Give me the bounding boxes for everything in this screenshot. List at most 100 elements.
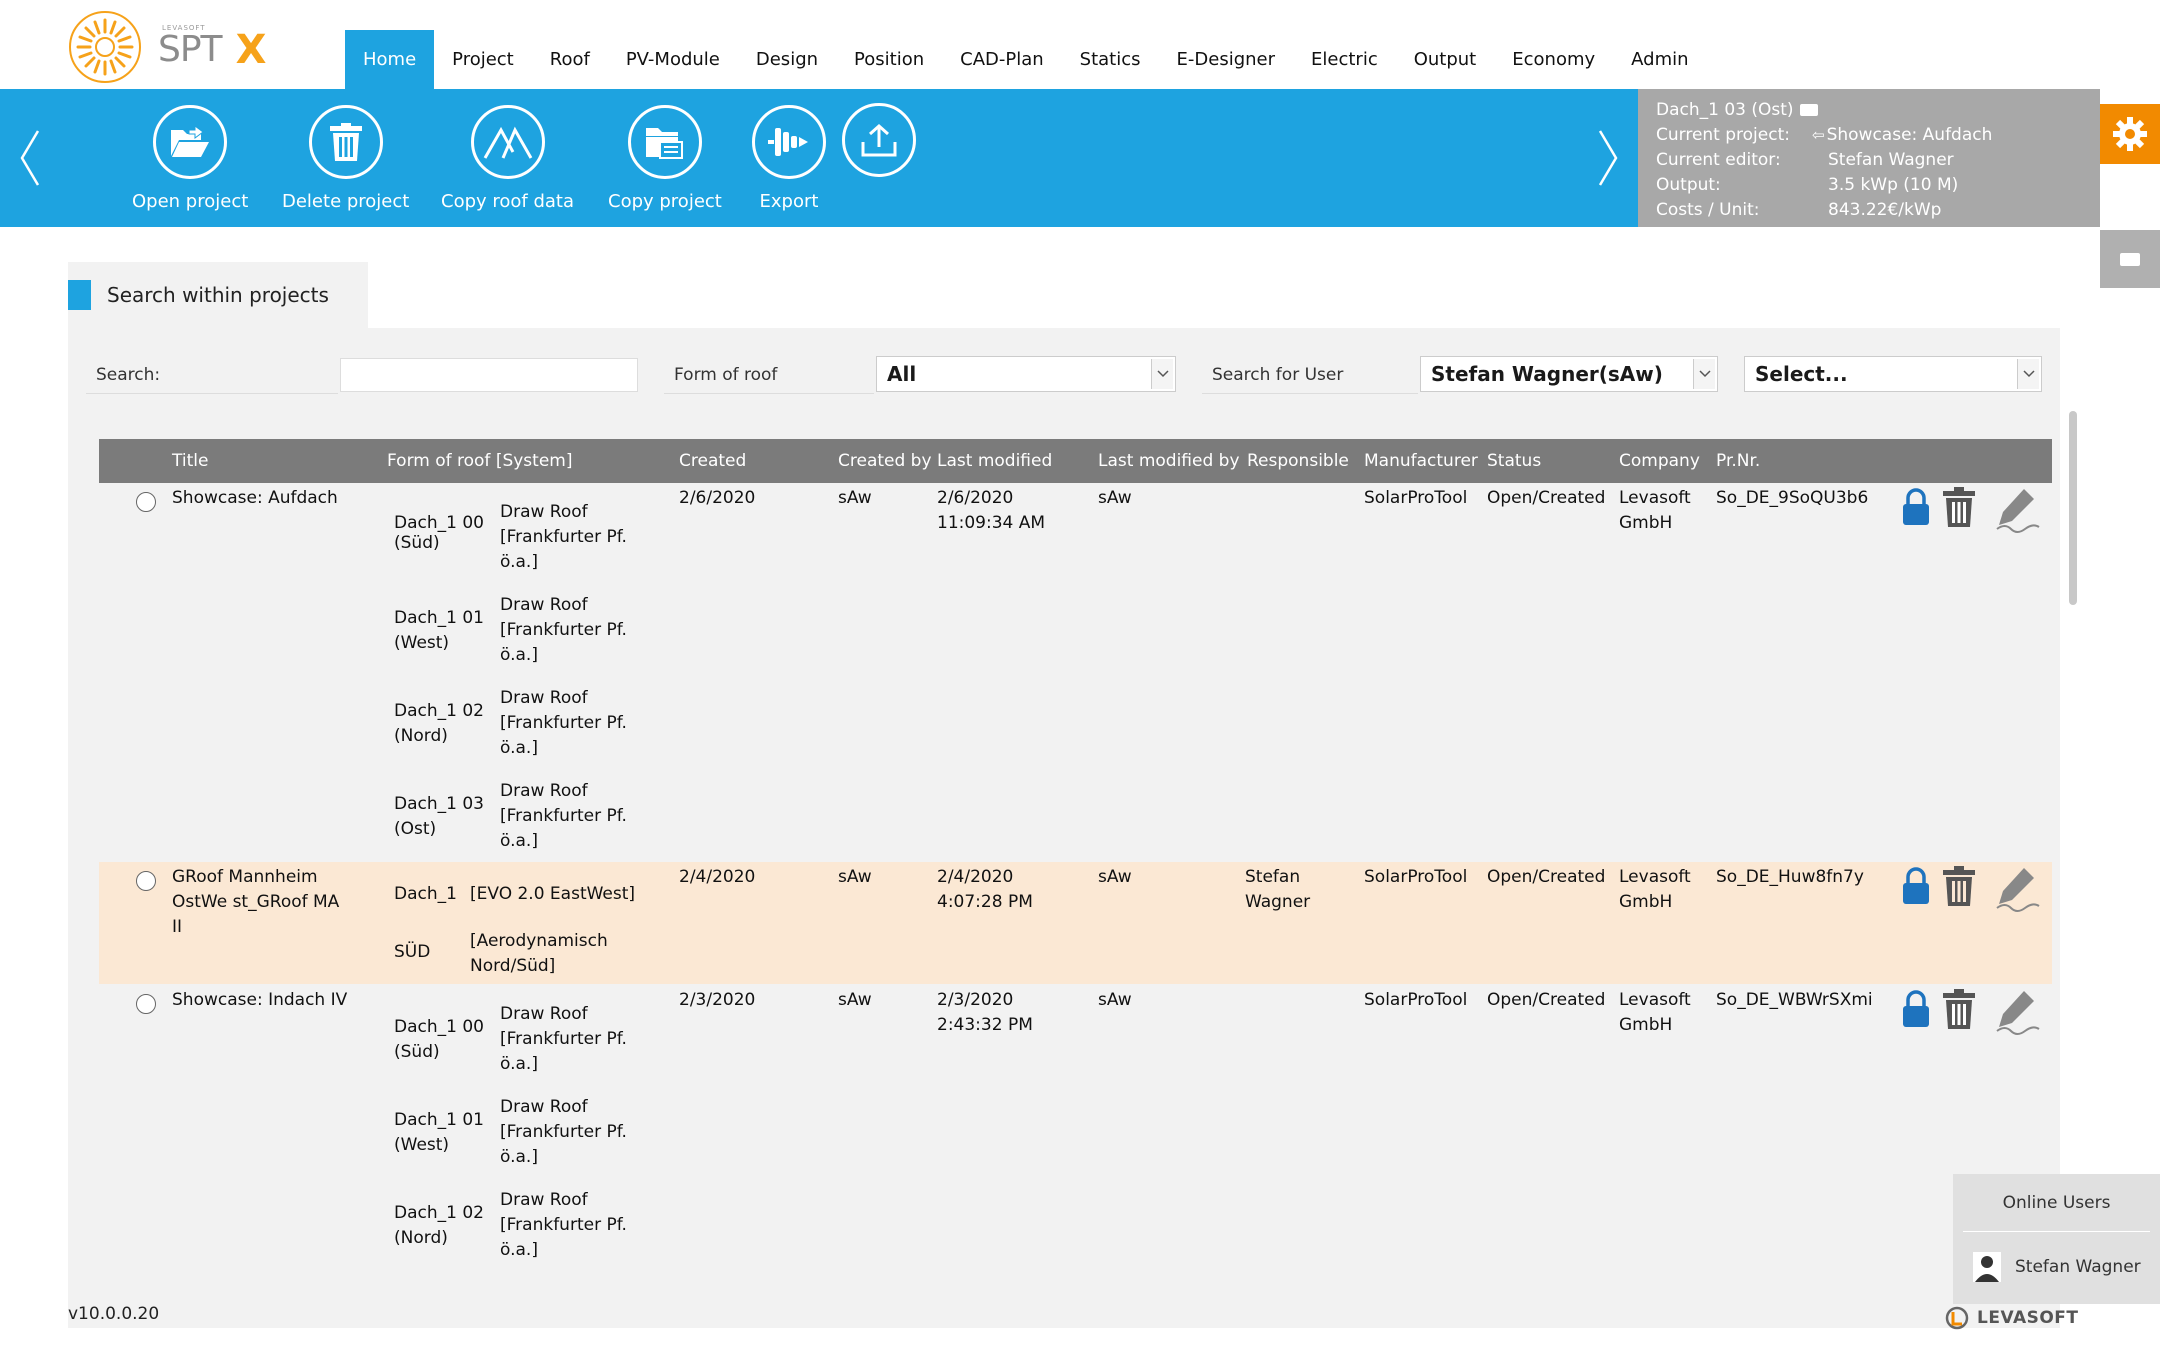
col-form-of-roof[interactable]: Form of roof [System] bbox=[387, 439, 572, 483]
roof-system: [EVO 2.0 EastWest] bbox=[470, 884, 636, 904]
roof-name: Dach_1 01 (West) bbox=[394, 608, 484, 653]
col-created[interactable]: Created bbox=[679, 439, 746, 483]
nav-electric[interactable]: Electric bbox=[1293, 30, 1396, 89]
row-select-radio[interactable] bbox=[136, 492, 156, 512]
col-status[interactable]: Status bbox=[1487, 439, 1541, 483]
col-last-modified[interactable]: Last modified bbox=[937, 439, 1052, 483]
settings-button[interactable] bbox=[2100, 104, 2160, 164]
sun-logo-icon[interactable] bbox=[68, 10, 142, 84]
ribbon-toolbar: Open project Delete project Copy roof da… bbox=[0, 89, 1638, 227]
row-company: Levasoft GmbH bbox=[1619, 867, 1691, 912]
nav-cad-plan[interactable]: CAD-Plan bbox=[942, 30, 1062, 89]
table-row[interactable]: Showcase: Aufdach Dach_1 00 (Süd) Draw R… bbox=[99, 483, 2052, 862]
col-pr-nr[interactable]: Pr.Nr. bbox=[1716, 439, 1760, 483]
info-value: Showcase: Aufdach bbox=[1826, 124, 1993, 145]
table-scrollbar[interactable] bbox=[2069, 411, 2077, 605]
roof-name: Dach_1 03 (Ost) bbox=[394, 794, 484, 839]
row-responsible: Stefan Wagner bbox=[1245, 867, 1311, 912]
lock-icon[interactable] bbox=[1901, 487, 1931, 527]
col-last-modified-by[interactable]: Last modified by bbox=[1098, 439, 1240, 483]
row-manufacturer: SolarProTool bbox=[1364, 990, 1468, 1010]
delete-project-button[interactable]: Delete project bbox=[282, 105, 409, 212]
row-last-modified-by: sAw bbox=[1098, 867, 1132, 887]
copy-project-button[interactable]: Copy project bbox=[608, 105, 722, 212]
nav-home[interactable]: Home bbox=[345, 30, 435, 89]
online-user-item[interactable]: Stefan Wagner bbox=[1953, 1232, 2160, 1302]
row-last-modified-by: sAw bbox=[1098, 990, 1132, 1010]
lock-icon[interactable] bbox=[1901, 866, 1931, 906]
nav-admin[interactable]: Admin bbox=[1613, 30, 1706, 89]
row-select-radio[interactable] bbox=[136, 871, 156, 891]
search-tab[interactable]: Search within projects bbox=[68, 262, 368, 328]
roof-name: Dach_1 02 (Nord) bbox=[394, 701, 484, 746]
extra-filter-value: Select... bbox=[1755, 362, 1848, 386]
roof-system: Draw Roof [Frankfurter Pf. ö.a.] bbox=[500, 502, 627, 572]
roof-system: Draw Roof [Frankfurter Pf. ö.a.] bbox=[500, 1190, 627, 1260]
copy-roof-data-button[interactable]: Copy roof data bbox=[441, 105, 574, 212]
search-tab-label: Search within projects bbox=[107, 283, 329, 307]
brand-name: SPT bbox=[158, 29, 223, 70]
search-input[interactable] bbox=[340, 358, 638, 392]
nav-project[interactable]: Project bbox=[434, 30, 532, 89]
nav-pv-module[interactable]: PV-Module bbox=[608, 30, 738, 89]
copy-project-label: Copy project bbox=[608, 191, 722, 212]
brand: SPT X bbox=[158, 26, 266, 71]
ribbon-prev-icon[interactable] bbox=[16, 127, 46, 189]
online-user-name: Stefan Wagner bbox=[2015, 1257, 2141, 1277]
nav-economy[interactable]: Economy bbox=[1494, 30, 1613, 89]
col-created-by[interactable]: Created by bbox=[838, 439, 932, 483]
export-button[interactable]: Export bbox=[752, 105, 826, 212]
row-created-by: sAw bbox=[838, 990, 872, 1010]
edit-icon[interactable] bbox=[1994, 864, 2042, 914]
nav-design[interactable]: Design bbox=[738, 30, 836, 89]
roof-system: Draw Roof [Frankfurter Pf. ö.a.] bbox=[500, 688, 627, 758]
row-last-modified: 2/3/2020 2:43:32 PM bbox=[937, 990, 1033, 1035]
info-row-output: Output: 3.5 kWp (10 M) bbox=[1656, 172, 2100, 197]
col-title[interactable]: Title bbox=[172, 439, 208, 483]
roof-name: Dach_1 00 (Süd) bbox=[394, 513, 484, 553]
nav-position[interactable]: Position bbox=[836, 30, 942, 89]
roof-system: [Aerodynamisch Nord/Süd] bbox=[470, 931, 608, 976]
info-row-costs: Costs / Unit: 843.22€/kWp bbox=[1656, 197, 2100, 222]
roof-name: Dach_1 bbox=[394, 884, 457, 904]
roof-folder-icon bbox=[1799, 103, 1818, 116]
trash-icon[interactable] bbox=[1942, 866, 1976, 906]
row-select-radio[interactable] bbox=[136, 994, 156, 1014]
search-user-label: Search for User bbox=[1202, 356, 1418, 394]
row-manufacturer: SolarProTool bbox=[1364, 488, 1468, 508]
trash-icon[interactable] bbox=[1942, 989, 1976, 1029]
roof-icon bbox=[470, 105, 545, 179]
col-responsible[interactable]: Responsible bbox=[1247, 439, 1349, 483]
row-pr-nr: So_DE_9SoQU3b6 bbox=[1716, 488, 1869, 508]
table-row[interactable]: GRoof Mannheim OstWe st_GRoof MA II Dach… bbox=[99, 862, 2052, 984]
upload-button[interactable] bbox=[842, 103, 916, 177]
lock-icon[interactable] bbox=[1901, 989, 1931, 1029]
col-manufacturer[interactable]: Manufacturer bbox=[1364, 439, 1478, 483]
open-project-label: Open project bbox=[132, 191, 249, 212]
nav-roof[interactable]: Roof bbox=[532, 30, 608, 89]
row-pr-nr: So_DE_Huw8fn7y bbox=[1716, 867, 1864, 887]
trash-icon[interactable] bbox=[1942, 487, 1976, 527]
search-user-value: Stefan Wagner(sAw) bbox=[1431, 362, 1663, 386]
row-created-by: sAw bbox=[838, 867, 872, 887]
open-project-button[interactable]: Open project bbox=[132, 105, 248, 212]
roof-folder-icon bbox=[2120, 252, 2140, 266]
company-name: LEVASOFT bbox=[1977, 1308, 2079, 1328]
nav-output[interactable]: Output bbox=[1396, 30, 1495, 89]
ribbon-next-icon[interactable] bbox=[1592, 127, 1622, 189]
row-company: Levasoft GmbH bbox=[1619, 990, 1691, 1035]
side-panel-toggle[interactable] bbox=[2100, 230, 2160, 288]
edit-icon[interactable] bbox=[1994, 987, 2042, 1037]
form-of-roof-select[interactable]: All bbox=[876, 356, 1176, 392]
main-nav: Home Project Roof PV-Module Design Posit… bbox=[345, 30, 1707, 89]
search-user-select[interactable]: Stefan Wagner(sAw) bbox=[1420, 356, 1718, 392]
nav-e-designer[interactable]: E-Designer bbox=[1159, 30, 1294, 89]
row-status: Open/Created bbox=[1487, 867, 1606, 887]
col-company[interactable]: Company bbox=[1619, 439, 1700, 483]
table-row[interactable]: Showcase: Indach IV Dach_1 00 (Süd) Draw… bbox=[99, 985, 2052, 1292]
extra-filter-select[interactable]: Select... bbox=[1744, 356, 2042, 392]
version-label: v10.0.0.20 bbox=[68, 1304, 160, 1324]
nav-statics[interactable]: Statics bbox=[1062, 30, 1159, 89]
search-tab-marker bbox=[68, 280, 91, 310]
edit-icon[interactable] bbox=[1994, 485, 2042, 535]
